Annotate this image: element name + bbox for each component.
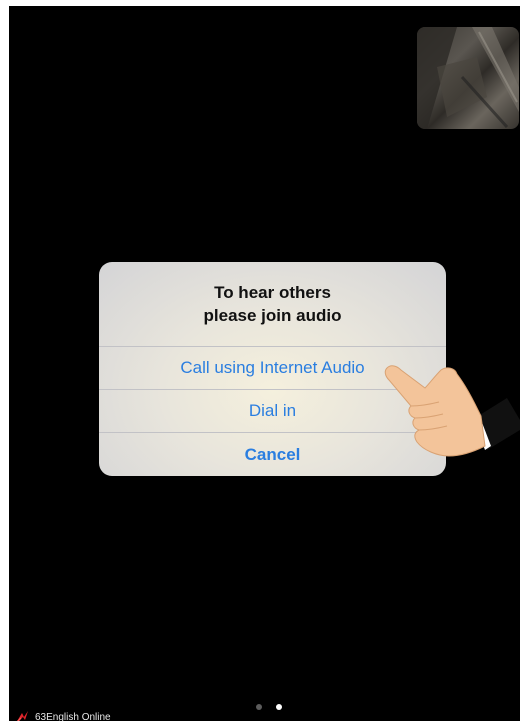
logo-icon (16, 711, 28, 721)
dialog-title-line-1: To hear others (214, 283, 331, 302)
dialog-title: To hear others please join audio (99, 262, 446, 346)
self-video-preview[interactable] (417, 27, 519, 129)
meeting-screen: To hear others please join audio Call us… (9, 6, 520, 721)
video-preview-image (417, 27, 519, 129)
page-indicator[interactable] (256, 704, 296, 712)
page-dot-1[interactable] (256, 704, 262, 710)
watermark: 63English Online (15, 710, 111, 721)
hand-pointer-icon (377, 358, 520, 468)
page-dot-2-active[interactable] (276, 704, 282, 710)
dialog-title-line-2: please join audio (203, 306, 342, 325)
watermark-text: 63English Online (35, 711, 111, 722)
